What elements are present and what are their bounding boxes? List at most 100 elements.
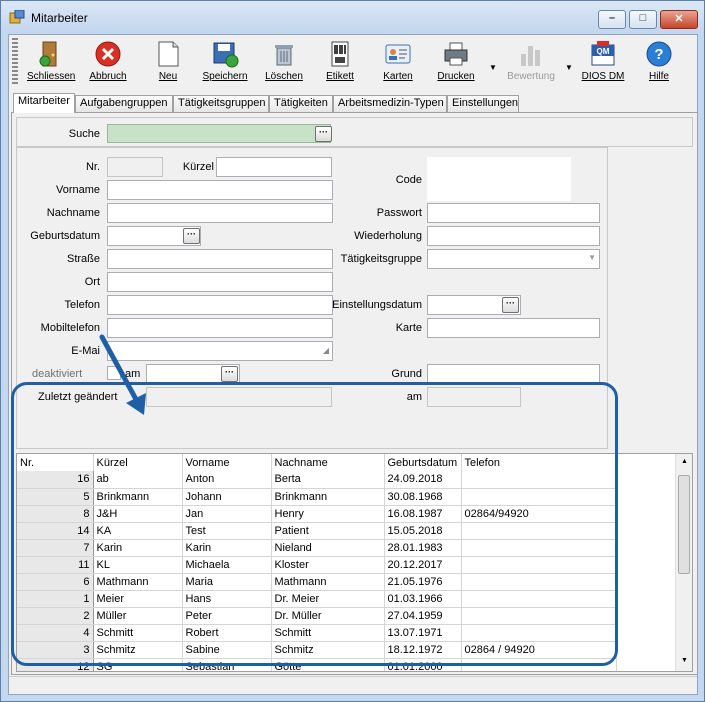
cell-geburtsdatum[interactable]: 01.01.2000 — [384, 658, 462, 671]
cell-telefon[interactable] — [461, 624, 617, 642]
tab-einstellungen[interactable]: Einstellungen — [447, 95, 519, 112]
toolbar-grip[interactable] — [12, 38, 18, 86]
tab-aufgabengruppen[interactable]: Aufgabengruppen — [75, 95, 173, 112]
cell-vorname[interactable]: Hans — [182, 590, 272, 608]
cell-vorname[interactable]: Jan — [182, 505, 272, 523]
cell-nr[interactable]: 12 — [17, 658, 94, 671]
cell-geburtsdatum[interactable]: 24.09.2018 — [384, 471, 462, 489]
cell-nachname[interactable]: Schmitz — [271, 641, 385, 659]
cell-geburtsdatum[interactable]: 15.05.2018 — [384, 522, 462, 540]
cell-kuerzel[interactable]: ab — [93, 471, 183, 489]
passwort-field[interactable] — [427, 203, 600, 223]
cell-kuerzel[interactable]: KL — [93, 556, 183, 574]
table-row[interactable]: 8 J&H Jan Henry 16.08.1987 02864/94920 — [17, 505, 617, 523]
cell-vorname[interactable]: Peter — [182, 607, 272, 625]
table-row[interactable]: 2 Müller Peter Dr. Müller 27.04.1959 — [17, 607, 617, 625]
title-bar[interactable]: Mitarbeiter – □ ✕ — [1, 1, 704, 33]
search-options-button[interactable]: ··· — [315, 126, 332, 142]
cell-kuerzel[interactable]: SG — [93, 658, 183, 671]
cell-kuerzel[interactable]: KA — [93, 522, 183, 540]
minimize-button[interactable]: – — [598, 10, 626, 29]
cell-vorname[interactable]: Anton — [182, 471, 272, 489]
cell-kuerzel[interactable]: Meier — [93, 590, 183, 608]
cell-nachname[interactable]: Kloster — [271, 556, 385, 574]
cell-vorname[interactable]: Sabine — [182, 641, 272, 659]
cell-nr[interactable]: 7 — [17, 539, 94, 557]
bewertung-dropdown-icon[interactable]: ▼ — [565, 63, 573, 72]
table-row[interactable]: 16 ab Anton Berta 24.09.2018 — [17, 471, 617, 489]
speichern-button[interactable]: Speichern — [199, 37, 251, 87]
cell-nachname[interactable]: Berta — [271, 471, 385, 489]
cell-vorname[interactable]: Test — [182, 522, 272, 540]
cell-telefon[interactable]: 02864 / 94920 — [461, 641, 617, 659]
cell-geburtsdatum[interactable]: 20.12.2017 — [384, 556, 462, 574]
cell-telefon[interactable] — [461, 607, 617, 625]
table-row[interactable]: 12 SG Sebastian Götte 01.01.2000 — [17, 658, 617, 671]
cell-kuerzel[interactable]: Brinkmann — [93, 488, 183, 506]
dios-dm-button[interactable]: QM DIOS DM — [577, 37, 629, 87]
cell-telefon[interactable] — [461, 590, 617, 608]
cell-kuerzel[interactable]: J&H — [93, 505, 183, 523]
cell-telefon[interactable] — [461, 658, 617, 671]
cell-kuerzel[interactable]: Schmitz — [93, 641, 183, 659]
table-row[interactable]: 4 Schmitt Robert Schmitt 13.07.1971 — [17, 624, 617, 642]
wiederholung-field[interactable] — [427, 226, 600, 246]
cell-geburtsdatum[interactable]: 28.01.1983 — [384, 539, 462, 557]
cell-nachname[interactable]: Brinkmann — [271, 488, 385, 506]
cell-telefon[interactable] — [461, 522, 617, 540]
cell-nr[interactable]: 6 — [17, 573, 94, 591]
drucken-dropdown-icon[interactable]: ▼ — [489, 63, 497, 72]
cell-vorname[interactable]: Karin — [182, 539, 272, 557]
cell-vorname[interactable]: Robert — [182, 624, 272, 642]
cell-geburtsdatum[interactable]: 21.05.1976 — [384, 573, 462, 591]
table-row[interactable]: 3 Schmitz Sabine Schmitz 18.12.1972 02864 / 9… — [17, 641, 617, 659]
karte-field[interactable] — [427, 318, 600, 338]
cell-nr[interactable]: 2 — [17, 607, 94, 625]
ort-field[interactable] — [107, 272, 333, 292]
cell-nr[interactable]: 14 — [17, 522, 94, 540]
cell-vorname[interactable]: Sebastian — [182, 658, 272, 671]
tab-mitarbeiter[interactable]: Mitarbeiter — [13, 93, 75, 113]
cell-nachname[interactable]: Nieland — [271, 539, 385, 557]
cell-nachname[interactable]: Mathmann — [271, 573, 385, 591]
cell-vorname[interactable]: Maria — [182, 573, 272, 591]
cell-nr[interactable]: 11 — [17, 556, 94, 574]
bewertung-button[interactable]: Bewertung — [501, 37, 561, 87]
tab-arbeitsmedizin-typen[interactable]: Arbeitsmedizin-Typen — [333, 95, 447, 112]
einstellungsdatum-picker-button[interactable]: ··· — [502, 297, 519, 313]
schliessen-button[interactable]: Schliessen — [27, 37, 75, 87]
table-row[interactable]: 1 Meier Hans Dr. Meier 01.03.1966 — [17, 590, 617, 608]
drucken-button[interactable]: Drucken — [433, 37, 479, 87]
deaktiviert-am-picker-button[interactable]: ··· — [221, 366, 238, 382]
column-header-telefon[interactable]: Telefon — [461, 454, 617, 471]
cell-geburtsdatum[interactable]: 18.12.1972 — [384, 641, 462, 659]
cell-geburtsdatum[interactable]: 27.04.1959 — [384, 607, 462, 625]
telefon-field[interactable] — [107, 295, 333, 315]
cell-telefon[interactable] — [461, 573, 617, 591]
cell-nr[interactable]: 3 — [17, 641, 94, 659]
scrollbar-thumb[interactable] — [678, 475, 690, 574]
cell-nr[interactable]: 4 — [17, 624, 94, 642]
cell-vorname[interactable]: Johann — [182, 488, 272, 506]
karten-button[interactable]: Karten — [375, 37, 421, 87]
mitarbeiter-table[interactable]: Nr. Kürzel Vorname Nachname Geburtsdatum… — [16, 453, 693, 672]
cell-telefon[interactable] — [461, 539, 617, 557]
vorname-field[interactable] — [107, 180, 333, 200]
cell-nachname[interactable]: Schmitt — [271, 624, 385, 642]
kuerzel-field[interactable] — [216, 157, 332, 177]
cell-telefon[interactable] — [461, 471, 617, 489]
table-row[interactable]: 7 Karin Karin Nieland 28.01.1983 — [17, 539, 617, 557]
cell-geburtsdatum[interactable]: 16.08.1987 — [384, 505, 462, 523]
table-row[interactable]: 6 Mathmann Maria Mathmann 21.05.1976 — [17, 573, 617, 591]
cell-kuerzel[interactable]: Mathmann — [93, 573, 183, 591]
cell-geburtsdatum[interactable]: 01.03.1966 — [384, 590, 462, 608]
geburtsdatum-picker-button[interactable]: ··· — [183, 228, 200, 244]
cell-nachname[interactable]: Götte — [271, 658, 385, 671]
column-header-nr[interactable]: Nr. — [17, 454, 94, 471]
cell-nr[interactable]: 16 — [17, 471, 94, 489]
nachname-field[interactable] — [107, 203, 333, 223]
etikett-button[interactable]: Etikett — [317, 37, 363, 87]
neu-button[interactable]: Neu — [145, 37, 191, 87]
cell-geburtsdatum[interactable]: 13.07.1971 — [384, 624, 462, 642]
scroll-up-icon[interactable]: ▲ — [681, 458, 688, 465]
